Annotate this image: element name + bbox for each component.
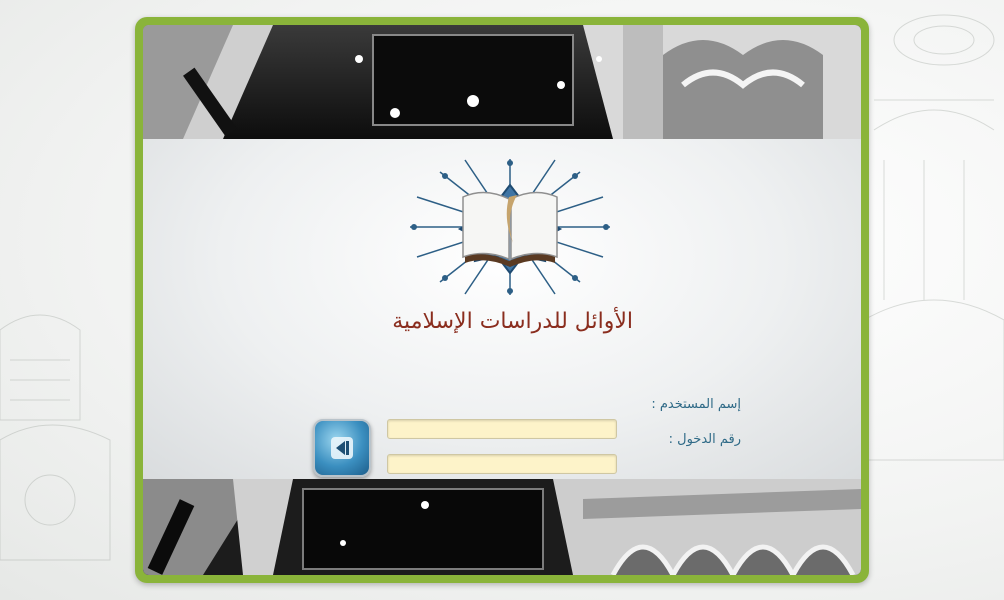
header-banner-image xyxy=(143,25,861,139)
password-input[interactable] xyxy=(387,454,617,474)
login-content: الأوائل للدراسات الإسلامية إسم المستخدم … xyxy=(143,139,861,479)
quran-book-icon xyxy=(410,159,610,295)
footer-banner-image xyxy=(143,479,861,575)
username-label: إسم المستخدم : xyxy=(651,397,741,412)
page-title: الأوائل للدراسات الإسلامية xyxy=(392,309,633,334)
arrow-left-icon xyxy=(331,437,353,459)
background-sketch-right xyxy=(864,14,1004,461)
login-button[interactable] xyxy=(313,419,371,477)
login-frame: الأوائل للدراسات الإسلامية إسم المستخدم … xyxy=(135,17,869,583)
login-panel: الأوائل للدراسات الإسلامية إسم المستخدم … xyxy=(143,25,861,575)
username-input[interactable] xyxy=(387,419,617,439)
password-label: رقم الدخول : xyxy=(668,432,741,447)
background-sketch-left xyxy=(0,314,111,561)
